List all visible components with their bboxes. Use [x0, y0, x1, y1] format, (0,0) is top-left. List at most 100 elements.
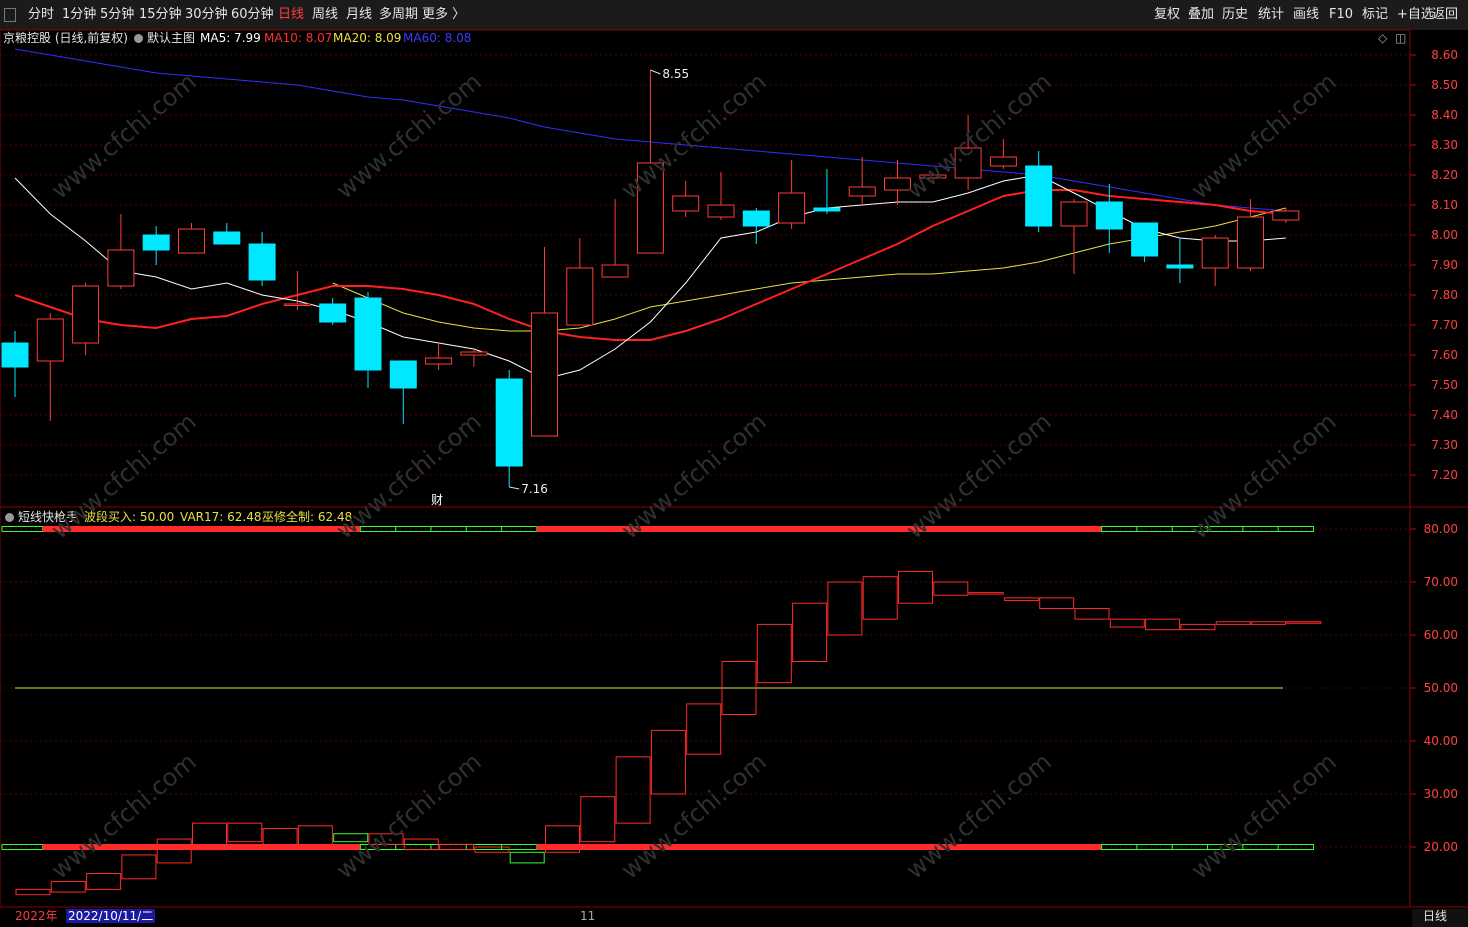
candle-body [178, 228, 205, 254]
indicator-box [1180, 623, 1216, 631]
indicator-box [792, 602, 828, 663]
high-price-label: 8.55 [662, 67, 689, 81]
candle-body [495, 378, 523, 467]
candle-body [813, 207, 841, 212]
indicator-box [1215, 621, 1251, 625]
low-price-label: 7.16 [521, 482, 548, 496]
price-tick-label: 8.00 [1431, 228, 1458, 242]
candle [213, 223, 241, 245]
price-tick-label: 7.30 [1431, 438, 1458, 452]
watermark-text: www.cfchi.com [46, 67, 202, 204]
indicator-tick-label: 30.00 [1424, 787, 1458, 801]
indicator-tick-label: 70.00 [1424, 575, 1458, 589]
top-band-red [42, 526, 361, 532]
candle [707, 172, 735, 220]
candle [142, 226, 170, 265]
candle-body [1, 342, 29, 368]
candle-body [142, 234, 170, 251]
indicator-box [933, 581, 969, 596]
indicator-box [1109, 618, 1145, 628]
candle [1060, 199, 1088, 274]
indicator-box [650, 729, 686, 795]
indicator-box [509, 851, 545, 864]
candle-body [989, 156, 1017, 167]
candle-body [319, 303, 347, 323]
candle [672, 181, 700, 217]
indicator-box [50, 880, 86, 893]
price-tick-label: 8.30 [1431, 138, 1458, 152]
candle-body [531, 312, 558, 437]
price-tick-label: 7.80 [1431, 288, 1458, 302]
cursor-date-label: 2022/10/11/二 [66, 909, 156, 923]
candle-body [248, 243, 276, 281]
candle [178, 223, 205, 254]
candle [1166, 238, 1194, 283]
indicator-box [756, 623, 792, 684]
price-tick-label: 8.10 [1431, 198, 1458, 212]
indicator-box [827, 581, 863, 636]
indicator-box [862, 576, 898, 620]
candle-body [601, 264, 629, 278]
candle [319, 298, 347, 325]
watermark-text: www.cfchi.com [901, 407, 1057, 544]
candle-body [778, 192, 806, 224]
candle-body [283, 303, 311, 306]
indicator-box [156, 838, 192, 864]
watermark-text: www.cfchi.com [331, 67, 487, 204]
price-tick-label: 8.50 [1431, 78, 1458, 92]
candle [778, 160, 806, 229]
candle-body [213, 231, 241, 245]
candle [107, 214, 135, 289]
indicator-box [1003, 597, 1039, 602]
indicator-tick-label: 80.00 [1424, 522, 1458, 536]
watermark-text: www.cfchi.com [46, 407, 202, 544]
candle-body [848, 186, 876, 197]
candle-body [389, 360, 417, 389]
indicator-tick-label: 60.00 [1424, 628, 1458, 642]
indicator-box [1251, 621, 1286, 625]
candle [495, 370, 523, 487]
candle-body [1272, 210, 1300, 221]
candle-body [672, 195, 700, 212]
watermark-text: www.cfchi.com [616, 407, 772, 544]
candle [1025, 151, 1053, 232]
candle-body [1060, 201, 1088, 227]
price-tick-label: 8.20 [1431, 168, 1458, 182]
price-tick-label: 7.40 [1431, 408, 1458, 422]
watermark-text: www.cfchi.com [331, 407, 487, 544]
candle-body [36, 318, 64, 362]
candle-body [1166, 264, 1194, 269]
indicator-box [121, 854, 157, 880]
month-mark-label: 11 [580, 909, 596, 923]
candle [531, 247, 558, 437]
candle [389, 360, 417, 424]
indicator-box [15, 888, 51, 896]
period-label[interactable]: 日线 [1423, 909, 1447, 923]
candle [72, 283, 100, 355]
year-label: 2022年 [15, 909, 58, 923]
price-tick-label: 7.50 [1431, 378, 1458, 392]
candle-body [1025, 165, 1053, 227]
indicator-box [898, 570, 933, 604]
kline-chart[interactable]: 8.60 8.50 8.40 8.30 8.20 8.10 8.00 7.90 7.80 7.70… [0, 0, 1468, 927]
indicator-tick-label: 50.00 [1424, 681, 1458, 695]
candle-body [742, 210, 770, 227]
candle [848, 157, 876, 205]
candle [283, 271, 311, 310]
candle [354, 292, 382, 388]
candle [742, 208, 770, 244]
candle-body [1131, 222, 1159, 257]
watermark-text: www.cfchi.com [331, 747, 487, 884]
candle-body [460, 351, 488, 356]
indicator-tick-label: 20.00 [1424, 840, 1458, 854]
candle [566, 238, 594, 326]
price-tick-label: 7.20 [1431, 468, 1458, 482]
indicator-box [580, 796, 616, 843]
watermark-text: www.cfchi.com [901, 747, 1057, 884]
price-tick-label: 8.60 [1431, 48, 1458, 62]
candle-body [72, 285, 100, 344]
indicator-tick-label: 40.00 [1424, 734, 1458, 748]
price-tick-label: 7.70 [1431, 318, 1458, 332]
high-pointer [650, 69, 661, 75]
indicator-box [1074, 608, 1110, 620]
